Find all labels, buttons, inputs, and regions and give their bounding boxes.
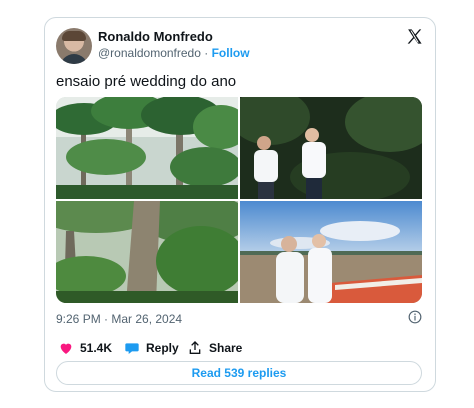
follow-button[interactable]: Follow [212, 46, 250, 60]
author-name[interactable]: Ronaldo Monfredo [98, 29, 213, 44]
avatar-hair [62, 31, 86, 41]
like-count: 51.4K [80, 341, 113, 355]
tweet-card: Ronaldo Monfredo @ronaldomonfredo · Foll… [44, 17, 436, 392]
share-label: Share [209, 341, 243, 355]
author-handle-row: @ronaldomonfredo · Follow [98, 46, 250, 60]
media-grid [56, 97, 422, 303]
reply-button[interactable]: Reply [124, 340, 179, 356]
photo-palm-trees[interactable] [56, 97, 238, 199]
read-replies-button[interactable]: Read 539 replies [56, 361, 422, 385]
like-button[interactable]: 51.4K [58, 340, 112, 356]
avatar[interactable] [56, 28, 92, 64]
author-handle[interactable]: @ronaldomonfredo [98, 46, 201, 60]
timestamp[interactable]: 9:26 PM · Mar 26, 2024 [56, 312, 182, 326]
handle-separator: · [200, 46, 212, 60]
reply-bubble-icon [125, 343, 139, 354]
photo-boat-river[interactable] [240, 201, 422, 303]
action-bar: 51.4K Reply Share [58, 340, 418, 358]
photo-giant-tree[interactable] [56, 201, 238, 303]
share-button[interactable]: Share [187, 340, 242, 356]
x-logo-icon[interactable] [406, 28, 423, 45]
reply-label: Reply [146, 341, 179, 355]
avatar-shirt [60, 54, 88, 64]
photo-two-men-forest[interactable] [240, 97, 422, 199]
heart-icon [60, 343, 72, 354]
info-icon[interactable] [408, 310, 422, 324]
share-icon [189, 341, 201, 354]
tweet-text: ensaio pré wedding do ano [56, 73, 237, 90]
